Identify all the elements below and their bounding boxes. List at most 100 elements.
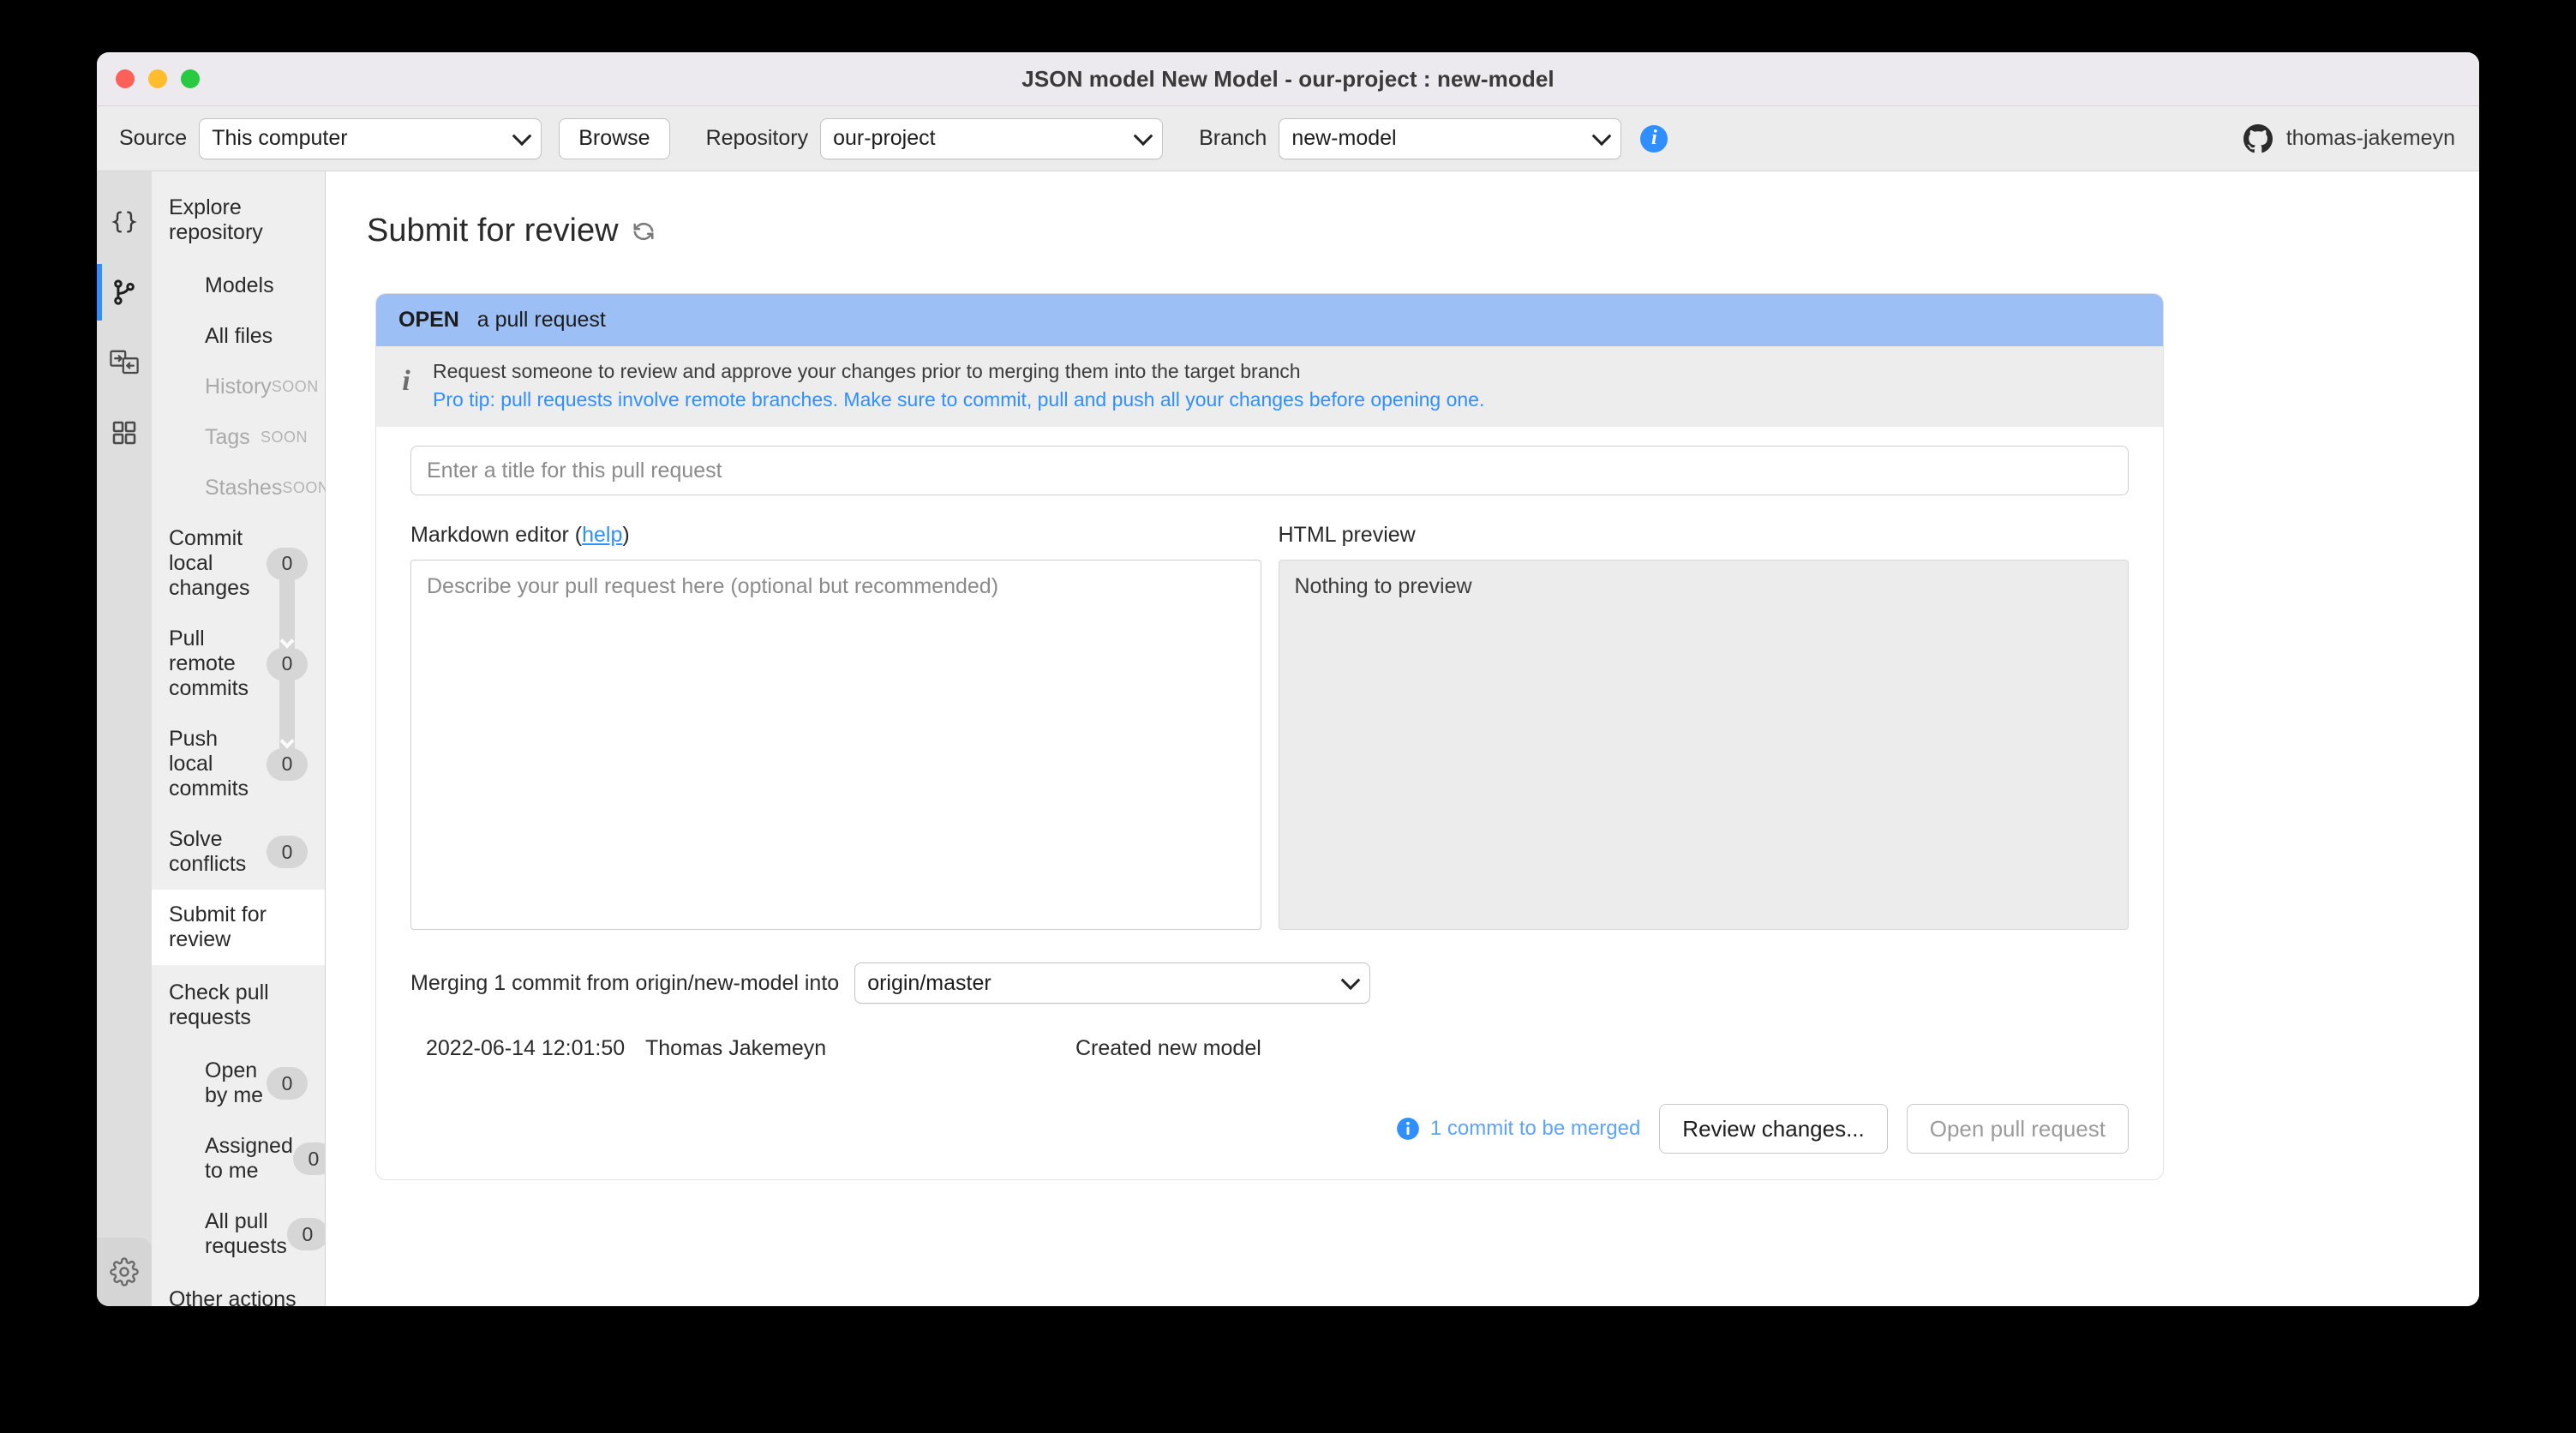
merge-target-value: origin/master [867, 970, 991, 995]
sidebar-item-label: Solve conflicts [169, 827, 247, 876]
repository-select-value: our-project [833, 126, 936, 150]
page-title-text: Submit for review [367, 213, 619, 249]
sidebar-item-label: Commit local changes [169, 526, 250, 600]
soon-tag: SOON [271, 378, 319, 395]
sidebar-item-assigned-to-me[interactable]: Assigned to me 0 [152, 1121, 334, 1196]
sidebar-item-stashes: Stashes SOON [152, 463, 329, 513]
tip-line-protip[interactable]: Pro tip: pull requests involve remote br… [433, 388, 1484, 411]
sidebar-item-submit-for-review[interactable]: Submit for review [152, 890, 325, 965]
window-title: JSON model New Model - our-project : new… [1021, 65, 1555, 92]
zoom-button[interactable] [181, 69, 200, 88]
browse-button-label: Browse [578, 126, 650, 150]
rail-bottom [97, 1238, 152, 1306]
markdown-help-link[interactable]: help [582, 523, 622, 547]
sidebar-item-all-files[interactable]: All files [152, 311, 325, 362]
open-pull-request-button[interactable]: Open pull request [1906, 1104, 2129, 1154]
markdown-editor-label: Markdown editor (help) [410, 523, 1261, 548]
tip-line-primary: Request someone to review and approve yo… [433, 360, 1301, 382]
sidebar-item-label: All files [205, 324, 273, 348]
merge-description: Merging 1 commit from origin/new-model i… [410, 970, 840, 995]
app-body: Explore repository Models All files History… [97, 171, 2479, 1306]
gear-icon [110, 1257, 139, 1286]
branch-select[interactable]: new-model [1279, 117, 1622, 159]
pull-request-card: OPEN a pull request i Request someone to… [375, 293, 2164, 1180]
sidebar-item-history: History SOON [152, 362, 325, 412]
card-header-rest: a pull request [476, 308, 606, 332]
count-badge: 0 [267, 747, 308, 781]
source-select[interactable]: This computer [199, 117, 542, 159]
settings-button[interactable] [97, 1238, 152, 1306]
chevron-down-icon [1133, 125, 1153, 146]
grid-icon [111, 419, 138, 447]
source-label: Source [119, 126, 188, 150]
sidebar-item-label: Assigned to me [205, 1134, 293, 1183]
preview-column: HTML preview Nothing to preview [1278, 523, 2129, 930]
html-preview-pane: Nothing to preview [1278, 560, 2129, 930]
sidebar-item-label: History [205, 375, 272, 399]
repository-select[interactable]: our-project [820, 117, 1164, 159]
count-badge: 0 [267, 1067, 308, 1100]
close-button[interactable] [116, 69, 135, 88]
compare-icon [109, 349, 140, 376]
markdown-label-prefix: Markdown editor ( [410, 523, 583, 547]
markdown-editor-textarea[interactable]: Describe your pull request here (optiona… [410, 560, 1261, 930]
sidebar-item-push-local-commits[interactable]: Push local commits 0 [152, 714, 325, 814]
chevron-down-icon [512, 125, 532, 146]
pr-title-input[interactable]: Enter a title for this pull request [410, 446, 2129, 495]
screen: JSON model New Model - our-project : new… [0, 0, 2576, 1433]
rail-item-json-model[interactable] [97, 187, 152, 257]
window-controls [116, 69, 200, 88]
merge-note: 1 commit to be merged [1396, 1117, 1640, 1141]
markdown-column: Markdown editor (help) Describe your pul… [410, 523, 1261, 930]
rail-item-repository[interactable] [97, 257, 152, 327]
browse-button[interactable]: Browse [559, 117, 670, 159]
open-pull-request-label: Open pull request [1929, 1115, 2106, 1142]
sidebar-group-title: Other actions [169, 1287, 297, 1306]
sidebar: Explore repository Models All files History… [152, 171, 334, 1306]
page-title: Submit for review [326, 171, 2479, 249]
sidebar-item-label: Open by me [205, 1058, 264, 1107]
sidebar-item-solve-conflicts[interactable]: Solve conflicts 0 [152, 814, 325, 890]
review-changes-button[interactable]: Review changes... [1659, 1104, 1888, 1154]
app-window: JSON model New Model - our-project : new… [97, 52, 2479, 1306]
branch-label: Branch [1199, 126, 1267, 150]
flow-connector [279, 576, 295, 651]
sidebar-group-title: Explore repository [169, 195, 263, 244]
soon-tag: SOON [260, 429, 308, 446]
sidebar-item-models[interactable]: Models [152, 261, 325, 311]
rail-item-compare[interactable] [97, 327, 152, 398]
html-preview-empty-text: Nothing to preview [1294, 574, 1472, 598]
sidebar-item-label: All pull requests [205, 1209, 287, 1258]
sidebar-item-pull-remote-commits[interactable]: Pull remote commits 0 [152, 614, 325, 714]
chevron-down-icon [1591, 125, 1612, 146]
sidebar-item-tags: Tags SOON [152, 412, 325, 463]
sidebar-nav: Explore repository Models All files History… [152, 171, 334, 1306]
account-menu[interactable]: thomas-jakemeyn [2243, 123, 2455, 153]
sidebar-item-label: Submit for review [169, 902, 267, 951]
sidebar-item-commit-local-changes[interactable]: Commit local changes 0 [152, 513, 325, 614]
sidebar-item-all-pull-requests[interactable]: All pull requests 0 [152, 1196, 328, 1272]
git-branch-icon [110, 278, 139, 307]
source-select-value: This computer [212, 126, 348, 150]
sidebar-item-open-by-me[interactable]: Open by me 0 [152, 1046, 325, 1121]
account-name: thomas-jakemeyn [2285, 126, 2455, 150]
refresh-icon[interactable] [631, 219, 656, 244]
braces-icon [110, 207, 139, 237]
soon-tag: SOON [282, 479, 330, 496]
repository-label: Repository [705, 126, 809, 150]
merge-note-text: 1 commit to be merged [1429, 1117, 1641, 1140]
info-icon[interactable]: i [1640, 124, 1668, 153]
minimize-button[interactable] [148, 69, 167, 88]
card-header-strong: OPEN [398, 308, 459, 332]
commit-date: 2022-06-14 12:01:50 [426, 1036, 626, 1060]
markdown-editor-placeholder: Describe your pull request here (optiona… [427, 574, 999, 598]
rail-item-apps[interactable] [97, 398, 152, 468]
sidebar-item-label: Stashes [205, 476, 283, 500]
github-icon [2243, 123, 2273, 153]
merge-target-row: Merging 1 commit from origin/new-model i… [410, 962, 2129, 1004]
editor-preview-columns: Markdown editor (help) Describe your pul… [410, 523, 2129, 930]
info-italic-icon: i [402, 365, 410, 397]
merge-target-select[interactable]: origin/master [854, 962, 1371, 1004]
tip-bar: i Request someone to review and approve … [376, 346, 2163, 427]
count-badge: 0 [286, 1218, 328, 1250]
